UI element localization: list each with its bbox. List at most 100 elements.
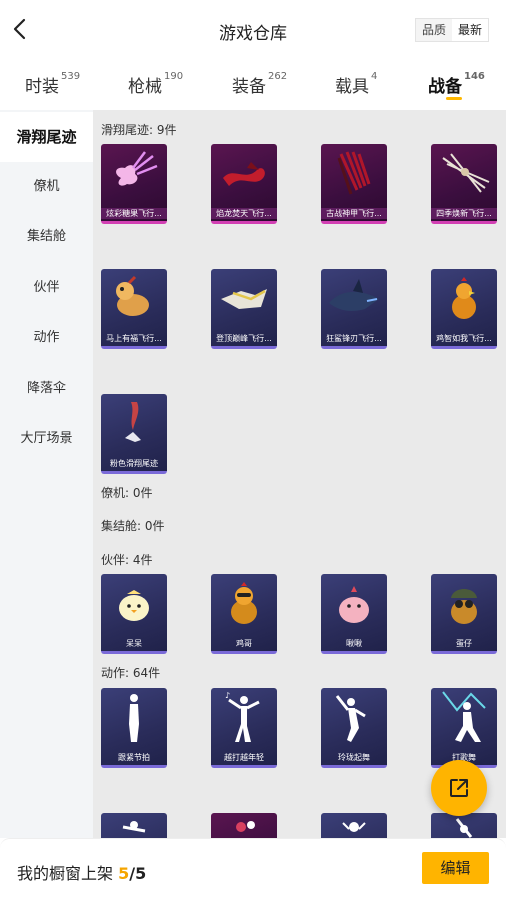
item-card[interactable] <box>101 813 167 838</box>
four-seasons-trail-art <box>442 153 490 193</box>
tab-count: 539 <box>61 71 81 83</box>
dance-silhouette-art <box>455 818 473 838</box>
sidebar-item-partner[interactable]: 伙伴 <box>0 263 93 313</box>
tab-vehicles[interactable]: 载具4 <box>335 71 378 97</box>
active-tab-indicator <box>446 97 462 100</box>
jiujiu-partner-art <box>339 586 369 623</box>
item-label: 古战神甲飞行... <box>321 208 387 219</box>
item-card[interactable]: 蛋仔 <box>431 574 497 654</box>
edit-button[interactable]: 编辑 <box>422 852 489 884</box>
sort-newest-button[interactable]: 最新 <box>452 19 488 41</box>
item-card[interactable]: 狂鲨锋刃飞行... <box>321 269 387 349</box>
dance-silhouette-art <box>342 822 366 832</box>
section-title-pod: 集结舱: 0件 <box>101 519 165 533</box>
tab-count: 190 <box>164 71 184 83</box>
item-label: 呆呆 <box>126 639 142 648</box>
item-label: 四季焕新飞行... <box>431 208 497 219</box>
item-card[interactable]: 跟紧节拍 <box>101 688 167 768</box>
item-card[interactable]: 鸡智如我飞行... <box>431 269 497 349</box>
section-title-wingman: 僚机: 0件 <box>101 486 153 500</box>
sort-toggle[interactable]: 品质 最新 <box>415 18 489 42</box>
tab-count: 262 <box>268 71 288 83</box>
tab-guns[interactable]: 枪械190 <box>128 71 184 97</box>
tab-label: 战备 <box>428 77 462 97</box>
tab-battle-prep[interactable]: 战备146 <box>428 71 485 97</box>
dance-silhouette-art <box>335 695 366 742</box>
share-button[interactable] <box>431 760 487 816</box>
item-card[interactable] <box>321 813 387 838</box>
sidebar-item-action[interactable]: 动作 <box>0 313 93 363</box>
section-title-action: 动作: 64件 <box>101 666 161 680</box>
tab-fashion[interactable]: 时装539 <box>25 71 81 97</box>
item-label: 鸡哥 <box>236 639 252 648</box>
tab-label: 枪械 <box>128 77 162 97</box>
item-card[interactable]: 马上有福飞行... <box>101 269 167 349</box>
section-title-glide: 滑翔尾迹: 9件 <box>101 123 177 137</box>
item-label: 越打越年轻 <box>224 753 264 762</box>
shark-trail-art <box>329 279 379 311</box>
dance-silhouette-art <box>129 694 139 742</box>
candy-trail-art <box>116 151 158 186</box>
tab-count: 146 <box>464 71 485 83</box>
pink-trail-art <box>125 402 141 442</box>
item-label: 跟紧节拍 <box>118 753 150 762</box>
item-grid-panel[interactable]: 滑翔尾迹: 9件 炫彩糖果飞行... 焰龙焚天飞行... 古战神甲飞行... 四… <box>93 110 506 838</box>
sidebar-item-lobby-scene[interactable]: 大厅场景 <box>0 414 93 464</box>
dance-silhouette-art <box>442 691 486 742</box>
item-card[interactable]: 登顶巅峰飞行... <box>211 269 277 349</box>
item-label: 炫彩糖果飞行... <box>101 208 167 219</box>
showcase-current-count: 5 <box>118 864 130 883</box>
summit-trail-art <box>221 289 267 309</box>
item-card[interactable]: 打歌舞 <box>431 688 497 768</box>
tab-count: 4 <box>371 71 378 83</box>
showcase-bar: 我的橱窗上架 5/5 编辑 <box>0 838 506 897</box>
item-label: 玲珑起舞 <box>338 753 370 762</box>
dance-silhouette-art: ♪ <box>225 691 260 742</box>
showcase-total-count: 5 <box>135 864 147 883</box>
item-label: 登顶巅峰飞行... <box>216 334 272 343</box>
dance-silhouette-art <box>122 821 146 833</box>
item-card[interactable]: 粉色滑翔尾迹 <box>101 394 167 474</box>
dance-silhouette-art <box>236 821 255 832</box>
lucky-horse-trail-art <box>116 275 149 316</box>
sidebar-item-wingman[interactable]: 僚机 <box>0 162 93 212</box>
sidebar-item-pod[interactable]: 集结舱 <box>0 212 93 262</box>
item-card[interactable] <box>211 813 277 838</box>
tab-label: 时装 <box>25 77 59 97</box>
sidebar-item-parachute[interactable]: 降落伞 <box>0 364 93 414</box>
dragon-trail-art <box>223 162 265 186</box>
jige-partner-art <box>231 582 257 624</box>
share-external-icon <box>450 779 468 797</box>
svg-text:♪: ♪ <box>225 691 230 700</box>
daidai-partner-art <box>119 590 149 621</box>
tab-label: 载具 <box>335 77 369 97</box>
war-god-trail-art <box>337 151 371 195</box>
danzai-partner-art <box>451 589 477 624</box>
item-card[interactable]: 古战神甲飞行... <box>321 144 387 224</box>
sort-quality-button[interactable]: 品质 <box>416 19 452 41</box>
item-label: 狂鲨锋刃飞行... <box>326 334 382 343</box>
showcase-status: 我的橱窗上架 5/5 <box>17 860 146 884</box>
chicken-trail-art <box>452 277 476 319</box>
item-card[interactable]: 炫彩糖果飞行... <box>101 144 167 224</box>
item-card[interactable]: ♪ 越打越年轻 <box>211 688 277 768</box>
item-card[interactable]: 玲珑起舞 <box>321 688 387 768</box>
item-label: 蛋仔 <box>456 639 472 648</box>
item-card[interactable]: 鸡哥 <box>211 574 277 654</box>
header: 游戏仓库 品质 最新 <box>0 0 506 60</box>
showcase-label: 我的橱窗上架 <box>17 864 114 883</box>
tab-label: 装备 <box>232 77 266 97</box>
item-card[interactable] <box>431 813 497 838</box>
item-label: 啾啾 <box>346 639 362 648</box>
item-card[interactable]: 呆呆 <box>101 574 167 654</box>
category-tabs: 时装539 枪械190 装备262 载具4 战备146 <box>0 60 506 110</box>
item-card[interactable]: 啾啾 <box>321 574 387 654</box>
sidebar-item-glide-trail[interactable]: 滑翔尾迹 <box>0 112 93 162</box>
item-card[interactable]: 四季焕新飞行... <box>431 144 497 224</box>
section-title-partner: 伙伴: 4件 <box>101 553 153 567</box>
tab-equipment[interactable]: 装备262 <box>232 71 288 97</box>
item-card[interactable]: 焰龙焚天飞行... <box>211 144 277 224</box>
item-label: 马上有福飞行... <box>106 334 162 343</box>
item-label: 粉色滑翔尾迹 <box>110 459 158 468</box>
sidebar: 滑翔尾迹 僚机 集结舱 伙伴 动作 降落伞 大厅场景 <box>0 110 93 838</box>
